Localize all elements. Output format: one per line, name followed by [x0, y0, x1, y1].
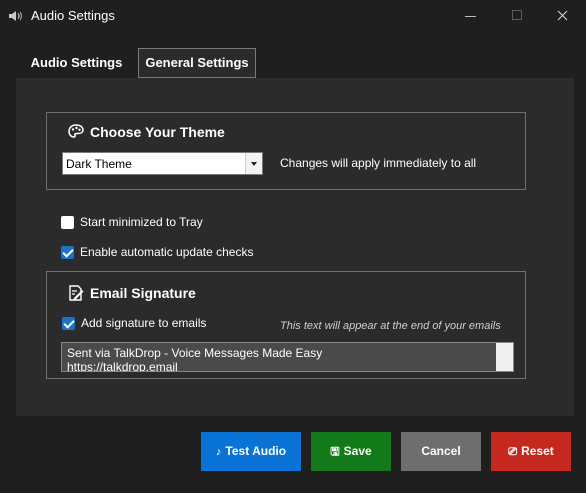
- close-button[interactable]: [540, 0, 586, 32]
- theme-select-value: Dark Theme: [66, 157, 132, 171]
- theme-hint: Changes will apply immediately to all: [280, 156, 477, 170]
- cancel-label: Cancel: [421, 444, 461, 458]
- save-button[interactable]: 🖫 Save: [311, 432, 391, 471]
- maximize-icon: [512, 10, 522, 20]
- signature-scrollbar[interactable]: [496, 343, 513, 371]
- test-audio-button[interactable]: ♪ Test Audio: [201, 432, 301, 471]
- edit-document-icon: [69, 285, 84, 301]
- signature-line: Sent via TalkDrop - Voice Messages Made …: [67, 346, 323, 360]
- cancel-button[interactable]: Cancel: [401, 432, 481, 471]
- minimize-icon: [465, 16, 476, 17]
- test-audio-label: Test Audio: [225, 444, 287, 458]
- theme-group-title: Choose Your Theme: [90, 124, 225, 140]
- title-bar: Audio Settings: [0, 0, 586, 32]
- signature-textarea[interactable]: Sent via TalkDrop - Voice Messages Made …: [61, 342, 514, 372]
- maximize-button[interactable]: [494, 0, 540, 32]
- palette-icon: [68, 124, 84, 138]
- chevron-down-icon[interactable]: [245, 153, 262, 174]
- music-note-icon: ♪: [215, 446, 222, 458]
- reset-label: Reset: [521, 444, 554, 458]
- window-title: Audio Settings: [31, 8, 115, 23]
- signature-line: https://talkdrop.email: [67, 360, 178, 372]
- add-signature-label[interactable]: Add signature to emails: [81, 316, 206, 330]
- start-minimized-label[interactable]: Start minimized to Tray: [80, 215, 203, 229]
- tab-audio-settings[interactable]: Audio Settings: [16, 48, 137, 78]
- auto-update-label[interactable]: Enable automatic update checks: [80, 245, 253, 259]
- close-icon: [557, 10, 568, 21]
- auto-update-checkbox[interactable]: [61, 246, 74, 259]
- email-group-title: Email Signature: [90, 285, 196, 301]
- save-icon: 🖫: [330, 446, 340, 458]
- theme-select[interactable]: Dark Theme: [62, 152, 263, 175]
- signature-hint: This text will appear at the end of your…: [280, 320, 501, 332]
- minimize-button[interactable]: [448, 0, 494, 32]
- reset-button[interactable]: ⎚ Reset: [491, 432, 571, 471]
- reset-icon: ⎚: [508, 446, 518, 458]
- add-signature-checkbox[interactable]: [62, 317, 75, 330]
- start-minimized-checkbox[interactable]: [61, 216, 74, 229]
- tab-general-settings[interactable]: General Settings: [138, 48, 256, 78]
- speaker-icon: [9, 11, 23, 21]
- save-label: Save: [343, 444, 372, 458]
